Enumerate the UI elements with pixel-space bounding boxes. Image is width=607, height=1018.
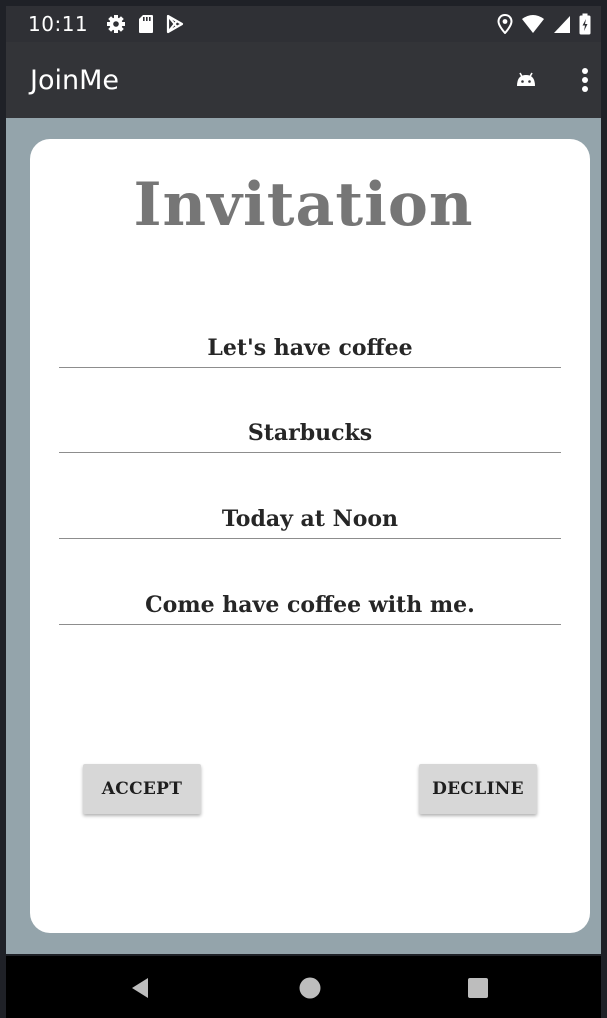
overflow-menu-icon[interactable] bbox=[581, 67, 589, 93]
app-title: JoinMe bbox=[30, 64, 120, 96]
play-store-icon bbox=[167, 14, 184, 34]
status-bar: 10:11 bbox=[6, 6, 601, 42]
location-icon bbox=[497, 14, 513, 34]
decline-button[interactable]: DECLINE bbox=[419, 764, 537, 814]
wifi-icon bbox=[522, 15, 544, 33]
message-field[interactable]: Come have coffee with me. bbox=[59, 592, 561, 625]
gear-icon bbox=[107, 15, 126, 33]
home-icon[interactable] bbox=[298, 976, 322, 1000]
android-icon[interactable] bbox=[515, 72, 537, 88]
app-bar: JoinMe bbox=[6, 42, 601, 118]
status-icons-right bbox=[497, 13, 591, 35]
app-bar-actions bbox=[515, 67, 589, 93]
recents-icon[interactable] bbox=[466, 976, 490, 1000]
time-field[interactable]: Today at Noon bbox=[59, 506, 561, 539]
back-icon[interactable] bbox=[128, 976, 152, 1000]
accept-button[interactable]: ACCEPT bbox=[83, 764, 201, 814]
status-icons-left bbox=[106, 14, 184, 34]
invitation-title: Invitation bbox=[133, 170, 474, 240]
navigation-bar bbox=[6, 956, 601, 1018]
event-field[interactable]: Let's have coffee bbox=[59, 335, 561, 368]
battery-icon bbox=[579, 13, 591, 35]
status-time: 10:11 bbox=[28, 12, 89, 36]
location-field[interactable]: Starbucks bbox=[59, 420, 561, 453]
signal-icon bbox=[554, 16, 570, 33]
sd-card-icon bbox=[139, 15, 154, 33]
